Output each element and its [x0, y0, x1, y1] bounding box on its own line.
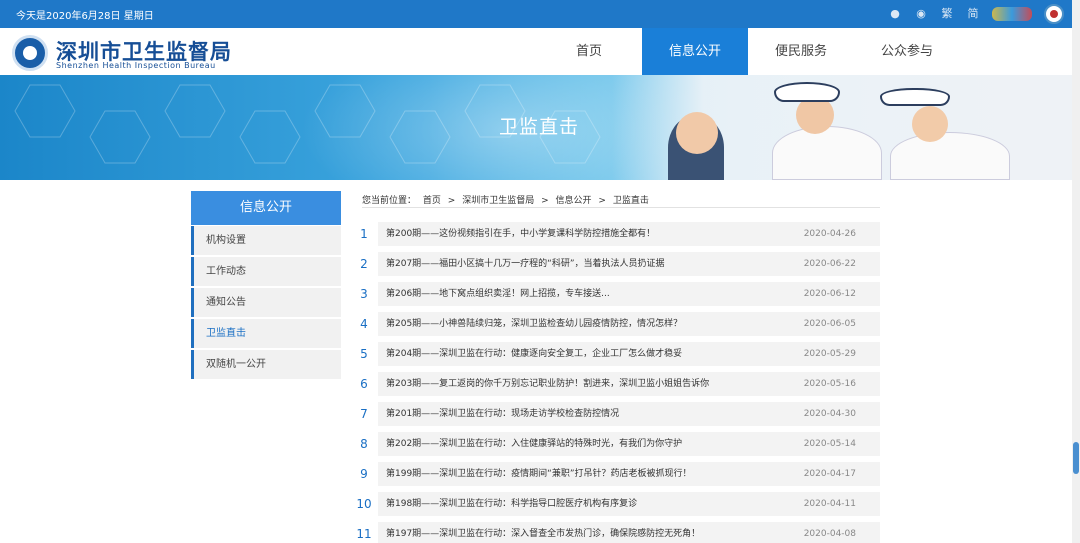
- banner-photo-inspector: [912, 106, 948, 142]
- sidebar-item-organization[interactable]: 机构设置: [191, 226, 341, 255]
- list-item-number: 1: [350, 222, 378, 246]
- breadcrumb-item[interactable]: 信息公开: [556, 196, 592, 206]
- list-item[interactable]: 5 第204期——深圳卫监在行动：健康逐向安全复工，企业工厂怎么做才稳妥 2020-…: [350, 342, 880, 366]
- list-item-date: 2020-04-30: [803, 409, 856, 419]
- list-item-date: 2020-05-16: [803, 379, 856, 389]
- weibo-icon[interactable]: ◉: [914, 8, 928, 20]
- list-item-number: 9: [350, 462, 378, 486]
- list-item[interactable]: 7 第201期——深圳卫监在行动：现场走访学校检查防控情况 2020-04-30: [350, 402, 880, 426]
- traditional-chinese-link[interactable]: 繁: [940, 8, 954, 20]
- sidebar-item-notices[interactable]: 通知公告: [191, 288, 341, 317]
- list-item-date: 2020-06-05: [803, 319, 856, 329]
- page-scrollbar[interactable]: [1072, 0, 1080, 543]
- list-item-number: 6: [350, 372, 378, 396]
- simplified-chinese-link[interactable]: 简: [966, 8, 980, 20]
- list-item[interactable]: 3 第206期——地下窝点组织卖淫！网上招揽，专车接送... 2020-06-12: [350, 282, 880, 306]
- list-item-title[interactable]: 第202期——深圳卫监在行动：入住健康驿站的特殊时光，有我们为你守护: [386, 432, 682, 456]
- breadcrumb-item[interactable]: 首页: [423, 196, 441, 206]
- sidebar-item-double-random[interactable]: 双随机一公开: [191, 350, 341, 379]
- list-item-title[interactable]: 第203期——复工返岗的你千万别忘记职业防护！割进来，深圳卫监小姐姐告诉你: [386, 372, 709, 396]
- list-item-number: 10: [350, 492, 378, 516]
- list-item-date: 2020-05-14: [803, 439, 856, 449]
- list-item-date: 2020-04-08: [803, 529, 856, 539]
- list-item-title[interactable]: 第205期——小神兽陆续归笼，深圳卫监检查幼儿园疫情防控，情况怎样？: [386, 312, 682, 336]
- list-item-title[interactable]: 第206期——地下窝点组织卖淫！网上招揽，专车接送...: [386, 282, 610, 306]
- list-item[interactable]: 6 第203期——复工返岗的你千万别忘记职业防护！割进来，深圳卫监小姐姐告诉你 20…: [350, 372, 880, 396]
- bureau-emblem-icon[interactable]: [12, 35, 48, 71]
- sidebar-item-inspection-live[interactable]: 卫监直击: [191, 319, 341, 348]
- list-item-number: 2: [350, 252, 378, 276]
- list-item-title[interactable]: 第204期——深圳卫监在行动：健康逐向安全复工，企业工厂怎么做才稳妥: [386, 342, 682, 366]
- banner-photo-inspector: [772, 126, 882, 180]
- current-date: 今天是2020年6月28日 星期日: [16, 11, 154, 22]
- list-item-title[interactable]: 第201期——深圳卫监在行动：现场走访学校检查防控情况: [386, 402, 619, 426]
- list-item-number: 8: [350, 432, 378, 456]
- list-item-title[interactable]: 第199期——深圳卫监在行动：疫情期间“兼职”打吊针？药店老板被抓现行！: [386, 462, 692, 486]
- site-header: 深圳市卫生监督局 Shenzhen Health Inspection Bure…: [0, 28, 1072, 75]
- list-item-number: 5: [350, 342, 378, 366]
- breadcrumb-prefix: 您当前位置：: [362, 196, 417, 206]
- partner-logo[interactable]: [992, 7, 1032, 21]
- list-item[interactable]: 11 第197期——深圳卫监在行动：深入督查全市发热门诊，确保院感防控无死角！ 20…: [350, 522, 880, 543]
- topbar-icons: ● ◉ 繁 简: [888, 4, 1064, 24]
- nav-home[interactable]: 首页: [536, 28, 642, 75]
- list-item[interactable]: 4 第205期——小神兽陆续归笼，深圳卫监检查幼儿园疫情防控，情况怎样？ 2020-…: [350, 312, 880, 336]
- list-item-title[interactable]: 第197期——深圳卫监在行动：深入督查全市发热门诊，确保院感防控无死角！: [386, 522, 700, 543]
- scrollbar-thumb[interactable]: [1073, 442, 1079, 474]
- breadcrumb-separator: >: [541, 196, 549, 206]
- list-item-number: 11: [350, 522, 378, 543]
- list-item-title[interactable]: 第198期——深圳卫监在行动：科学指导口腔医疗机构有序复诊: [386, 492, 637, 516]
- list-item-date: 2020-04-26: [803, 229, 856, 239]
- sidebar-heading: 信息公开: [191, 191, 341, 225]
- list-item-number: 3: [350, 282, 378, 306]
- breadcrumb-item[interactable]: 卫监直击: [613, 196, 649, 206]
- list-item[interactable]: 2 第207期——福田小区搞十几万一疗程的“科研”，当着执法人员扔证据 2020-0…: [350, 252, 880, 276]
- main-nav: 首页 信息公开 便民服务 公众参与: [536, 28, 960, 75]
- sidebar: 信息公开 机构设置 工作动态 通知公告 卫监直击 双随机一公开: [191, 191, 341, 379]
- top-bar: 今天是2020年6月28日 星期日 ● ◉ 繁 简: [0, 0, 1072, 28]
- nav-public-participation[interactable]: 公众参与: [854, 28, 960, 75]
- inspector-cap-icon: [774, 82, 840, 102]
- list-item[interactable]: 10 第198期——深圳卫监在行动：科学指导口腔医疗机构有序复诊 2020-04-1…: [350, 492, 880, 516]
- inspector-cap-icon: [880, 88, 950, 106]
- list-item-number: 7: [350, 402, 378, 426]
- list-item-date: 2020-04-17: [803, 469, 856, 479]
- list-item-date: 2020-06-22: [803, 259, 856, 269]
- wechat-icon[interactable]: ●: [888, 8, 902, 20]
- breadcrumb-separator: >: [598, 196, 606, 206]
- banner-photo-inspector: [890, 132, 1010, 180]
- nav-info-disclosure[interactable]: 信息公开: [642, 28, 748, 75]
- site-logo-en[interactable]: Shenzhen Health Inspection Bureau: [56, 61, 216, 70]
- article-list: 1 第200期——这份视频指引在手，中小学复课科学防控措施全都有！ 2020-04-…: [350, 222, 880, 543]
- list-item[interactable]: 9 第199期——深圳卫监在行动：疫情期间“兼职”打吊针？药店老板被抓现行！ 202…: [350, 462, 880, 486]
- list-item[interactable]: 1 第200期——这份视频指引在手，中小学复课科学防控措施全都有！ 2020-04-…: [350, 222, 880, 246]
- breadcrumb-separator: >: [447, 196, 456, 206]
- list-item-date: 2020-05-29: [803, 349, 856, 359]
- breadcrumb: 您当前位置： 首页 > 深圳市卫生监督局 > 信息公开 > 卫监直击: [362, 193, 880, 208]
- list-item-number: 4: [350, 312, 378, 336]
- list-item-date: 2020-04-11: [803, 499, 856, 509]
- breadcrumb-item[interactable]: 深圳市卫生监督局: [462, 196, 534, 206]
- banner-photo-person: [676, 112, 718, 154]
- nav-public-services[interactable]: 便民服务: [748, 28, 854, 75]
- emblem-seal[interactable]: [1044, 4, 1064, 24]
- list-item-date: 2020-06-12: [803, 289, 856, 299]
- banner-title: 卫监直击: [499, 116, 580, 138]
- list-item-title[interactable]: 第207期——福田小区搞十几万一疗程的“科研”，当着执法人员扔证据: [386, 252, 665, 276]
- sidebar-item-work-news[interactable]: 工作动态: [191, 257, 341, 286]
- list-item[interactable]: 8 第202期——深圳卫监在行动：入住健康驿站的特殊时光，有我们为你守护 2020-…: [350, 432, 880, 456]
- list-item-title[interactable]: 第200期——这份视频指引在手，中小学复课科学防控措施全都有！: [386, 222, 655, 246]
